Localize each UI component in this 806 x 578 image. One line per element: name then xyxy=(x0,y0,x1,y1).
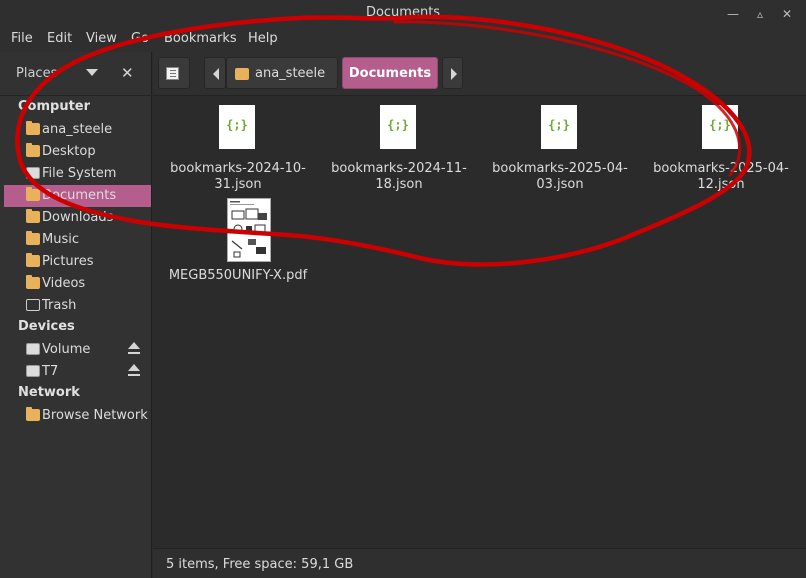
home-folder-icon xyxy=(235,68,249,80)
sidebar-item-label: Music xyxy=(42,232,79,247)
pdf-file-icon xyxy=(227,198,271,262)
sidebar-item-label: Videos xyxy=(42,276,86,291)
pdf-thumbnail-icon xyxy=(230,201,267,258)
breadcrumb-back-button[interactable] xyxy=(204,57,226,89)
drive-icon xyxy=(26,365,40,377)
sidebar-item-label: T7 xyxy=(42,364,59,379)
sidebar: Places ✕ Computer ana_steele Desktop Fil… xyxy=(0,52,152,578)
file-view[interactable]: {;} bookmarks-2024-10- 31.json {;} bookma… xyxy=(153,97,806,548)
file-item[interactable]: MEGB550UNIFY-X.pdf xyxy=(163,97,313,287)
drive-icon xyxy=(26,167,40,179)
json-file-icon: {;} xyxy=(702,105,738,149)
sidebar-item-browse-network[interactable]: Browse Network xyxy=(4,405,151,427)
window-title: Documents xyxy=(365,5,441,20)
file-name: MEGB550UNIFY-X.pdf xyxy=(168,268,308,283)
sidebar-item-pictures[interactable]: Pictures xyxy=(4,251,151,273)
sidebar-item-label: Desktop xyxy=(42,144,96,159)
maximize-button[interactable]: ▵ xyxy=(751,5,769,23)
sidebar-item-home[interactable]: ana_steele xyxy=(4,119,151,141)
sidebar-item-label: Downloads xyxy=(42,210,114,225)
sidebar-item-downloads[interactable]: Downloads xyxy=(4,207,151,229)
file-name: bookmarks-2024-11- 18.json xyxy=(331,161,467,192)
sidebar-item-volume[interactable]: Volume xyxy=(4,339,151,361)
json-file-icon: {;} xyxy=(541,105,577,149)
sidebar-item-file-system[interactable]: File System xyxy=(4,163,151,185)
sidebar-item-label: ana_steele xyxy=(42,122,113,137)
section-computer: Computer xyxy=(18,99,91,114)
menu-bar: File Edit View Go Bookmarks Help xyxy=(0,28,806,52)
sidebar-item-videos[interactable]: Videos xyxy=(4,273,151,295)
chevron-right-icon xyxy=(451,68,457,80)
downloads-folder-icon xyxy=(26,209,40,223)
home-folder-icon xyxy=(26,121,40,135)
close-window-button[interactable]: ✕ xyxy=(778,5,796,23)
drive-icon xyxy=(26,343,40,355)
sidebar-item-trash[interactable]: Trash xyxy=(4,295,151,317)
eject-icon[interactable] xyxy=(128,364,140,378)
trash-icon xyxy=(26,299,40,311)
places-label: Places xyxy=(16,66,58,81)
sidebar-item-label: File System xyxy=(42,166,117,181)
sidebar-item-label: Browse Network xyxy=(42,408,148,423)
breadcrumb-forward-button[interactable] xyxy=(442,57,463,89)
sidebar-item-documents[interactable]: Documents xyxy=(4,185,151,207)
videos-folder-icon xyxy=(26,275,40,289)
network-folder-icon xyxy=(26,407,40,421)
sidebar-item-desktop[interactable]: Desktop xyxy=(4,141,151,163)
sidebar-item-t7[interactable]: T7 xyxy=(4,361,151,383)
file-name: bookmarks-2025-04- 12.json xyxy=(653,161,789,192)
menu-file[interactable]: File xyxy=(11,31,33,46)
status-text: 5 items, Free space: 59,1 GB xyxy=(166,557,354,572)
json-file-icon: {;} xyxy=(380,105,416,149)
close-sidebar-icon[interactable]: ✕ xyxy=(121,64,134,82)
edit-path-icon xyxy=(166,67,179,80)
toggle-location-entry-button[interactable] xyxy=(158,57,190,89)
breadcrumb-home[interactable]: ana_steele xyxy=(226,57,338,89)
sidebar-item-label: Documents xyxy=(42,188,117,203)
title-bar: Documents — ▵ ✕ xyxy=(0,0,806,28)
breadcrumb-current-label: Documents xyxy=(348,66,432,81)
section-devices: Devices xyxy=(18,319,75,334)
sidebar-item-music[interactable]: Music xyxy=(4,229,151,251)
breadcrumb-current[interactable]: Documents xyxy=(342,57,438,89)
sidebar-item-label: Pictures xyxy=(42,254,94,269)
menu-help[interactable]: Help xyxy=(248,31,278,46)
chevron-left-icon xyxy=(213,68,219,80)
sidebar-item-label: Trash xyxy=(42,298,77,313)
pictures-folder-icon xyxy=(26,253,40,267)
menu-bookmarks[interactable]: Bookmarks xyxy=(164,31,237,46)
menu-go[interactable]: Go xyxy=(131,31,149,46)
menu-edit[interactable]: Edit xyxy=(47,31,72,46)
music-folder-icon xyxy=(26,231,40,245)
eject-icon[interactable] xyxy=(128,342,140,356)
dropdown-arrow-icon[interactable] xyxy=(86,69,98,76)
breadcrumb-home-label: ana_steele xyxy=(255,66,326,81)
section-network: Network xyxy=(18,385,80,400)
status-bar: 5 items, Free space: 59,1 GB xyxy=(153,548,806,578)
desktop-folder-icon xyxy=(26,143,40,157)
toolbar: ana_steele Documents xyxy=(153,52,806,96)
documents-folder-icon xyxy=(26,187,40,201)
places-selector[interactable]: Places ✕ xyxy=(0,52,152,96)
sidebar-item-label: Volume xyxy=(42,342,91,357)
file-name: bookmarks-2025-04- 03.json xyxy=(492,161,628,192)
menu-view[interactable]: View xyxy=(86,31,117,46)
minimize-button[interactable]: — xyxy=(724,5,742,23)
